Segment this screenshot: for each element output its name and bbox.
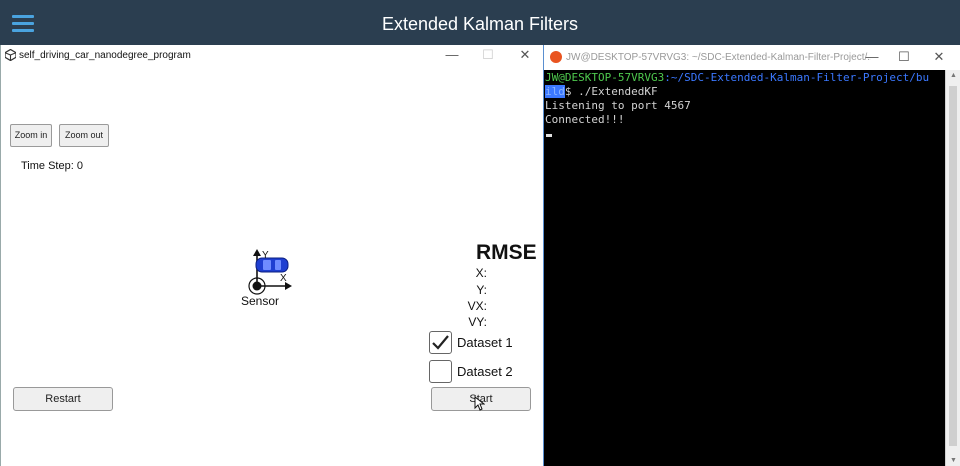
terminal-close-button[interactable]: ✕ — [930, 49, 948, 65]
minimize-button[interactable]: — — [443, 47, 461, 62]
zoom-out-button[interactable]: Zoom out — [59, 124, 109, 147]
restart-button[interactable]: Restart — [13, 387, 113, 411]
terminal-scrollbar[interactable]: ▲ ▼ — [945, 70, 960, 466]
app-header: Extended Kalman Filters — [0, 0, 960, 47]
y-axis-label: Y — [262, 250, 269, 261]
sensor-label: Sensor — [241, 294, 280, 308]
terminal-titlebar: JW@DESKTOP-57VRVG3: ~/SDC-Extended-Kalma… — [544, 45, 960, 70]
rmse-vx-label: VX: — [467, 299, 487, 313]
dataset-1-checkbox[interactable] — [429, 331, 452, 354]
close-button[interactable]: ✕ — [516, 47, 534, 63]
terminal-window-title: JW@DESKTOP-57VRVG3: ~/SDC-Extended-Kalma… — [566, 52, 871, 63]
dataset-1-label: Dataset 1 — [457, 335, 513, 350]
terminal-minimize-button[interactable]: — — [863, 49, 881, 64]
terminal-maximize-button[interactable]: ☐ — [895, 49, 913, 65]
terminal-output-line: Listening to port 4567 — [545, 99, 691, 112]
dataset-2-checkbox[interactable] — [429, 360, 452, 383]
ubuntu-icon — [550, 51, 562, 63]
terminal-command-line: ild$ ./ExtendedKF — [545, 85, 658, 99]
mouse-cursor-icon — [474, 396, 485, 411]
zoom-in-button[interactable]: Zoom in — [10, 124, 52, 147]
unity-icon — [5, 49, 16, 61]
terminal-prompt-line: JW@DESKTOP-57VRVG3:~/SDC-Extended-Kalman… — [545, 71, 929, 85]
simulator-window: self_driving_car_nanodegree_program — ☐ … — [0, 45, 544, 466]
terminal-output-line: Connected!!! — [545, 113, 625, 126]
car-icon — [255, 257, 289, 273]
rmse-x-label: X: — [475, 266, 487, 280]
terminal-cursor — [546, 134, 552, 137]
time-step-label: Time Step: 0 — [21, 160, 83, 172]
page-title: Extended Kalman Filters — [381, 14, 579, 34]
prompt-user: JW@DESKTOP-57VRVG3 — [545, 71, 665, 84]
maximize-button[interactable]: ☐ — [479, 47, 497, 63]
prompt-path: :~/SDC-Extended-Kalman-Filter-Project/bu — [664, 71, 930, 84]
x-axis-label: X — [280, 273, 287, 284]
simulator-window-title: self_driving_car_nanodegree_program — [19, 50, 191, 61]
command-text: $ ./ExtendedKF — [564, 85, 658, 98]
rmse-vy-label: VY: — [468, 315, 487, 329]
scroll-down-icon[interactable]: ▼ — [946, 457, 960, 464]
scroll-up-icon[interactable]: ▲ — [946, 72, 960, 79]
rmse-y-label: Y: — [476, 283, 487, 297]
terminal-output[interactable]: JW@DESKTOP-57VRVG3:~/SDC-Extended-Kalman… — [544, 70, 946, 466]
prompt-path-continued: ild — [545, 85, 565, 98]
rmse-title: RMSE — [476, 241, 537, 264]
scrollbar-thumb[interactable] — [949, 86, 957, 446]
terminal-window: JW@DESKTOP-57VRVG3: ~/SDC-Extended-Kalma… — [543, 45, 960, 466]
checkmark-icon — [432, 335, 449, 350]
dataset-2-label: Dataset 2 — [457, 364, 513, 379]
simulator-titlebar: self_driving_car_nanodegree_program — ☐ … — [1, 45, 544, 67]
